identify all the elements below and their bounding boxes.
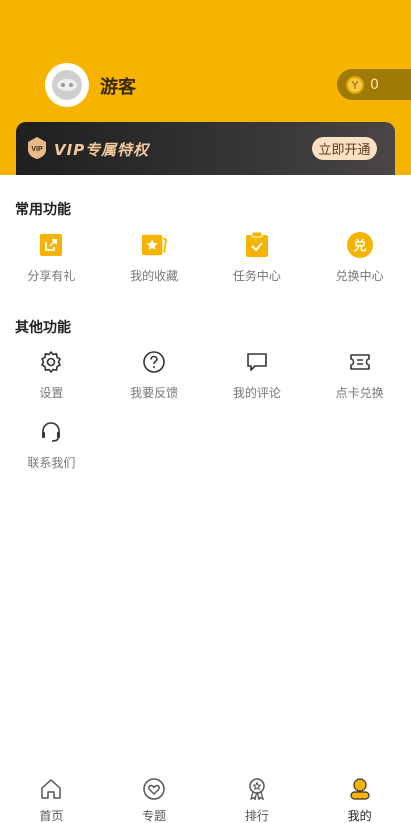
exchange-glyph: 兑	[353, 238, 366, 254]
contact-us-item[interactable]: 联系我们	[0, 419, 103, 471]
home-icon	[39, 778, 63, 804]
heart-icon	[142, 778, 166, 804]
other-section-title: 其他功能	[15, 320, 71, 336]
card-redeem-item[interactable]: 点卡兑换	[308, 349, 411, 401]
my-comments-item[interactable]: 我的评论	[206, 349, 309, 401]
tab-label: 排行	[244, 809, 269, 823]
guest-avatar-icon	[52, 70, 82, 100]
tab-topics[interactable]: 专题	[103, 768, 206, 823]
username[interactable]: 游客	[100, 73, 136, 99]
user-icon	[348, 778, 372, 804]
feedback-item[interactable]: 我要反馈	[103, 349, 206, 401]
coin-icon	[346, 75, 364, 94]
common-section-title: 常用功能	[15, 202, 71, 218]
share-icon	[38, 232, 64, 258]
vip-title: VIP专属特权	[54, 141, 150, 159]
exchange-icon: 兑	[346, 232, 373, 258]
other-grid-row-2: 联系我们	[0, 419, 411, 471]
grid-label: 设置	[39, 386, 64, 400]
profile-header: 游客 0 VIP VIP专属特权 立即开通	[0, 0, 411, 175]
clipboard-check-icon	[244, 232, 270, 258]
svg-text:VIP: VIP	[31, 146, 43, 153]
tab-label: 首页	[39, 809, 64, 823]
settings-item[interactable]: 设置	[0, 349, 103, 401]
question-icon	[141, 349, 167, 375]
gear-icon	[38, 349, 64, 375]
grid-label: 点卡兑换	[335, 386, 384, 400]
grid-label: 我的评论	[232, 386, 281, 400]
vip-badge-icon: VIP	[26, 136, 48, 160]
vip-activate-button[interactable]: 立即开通	[312, 137, 377, 160]
grid-label: 我要反馈	[130, 386, 179, 400]
grid-label: 任务中心	[232, 269, 281, 283]
grid-label: 分享有礼	[27, 269, 76, 283]
common-grid: 分享有礼 我的收藏 任务中心 兑 兑换中心	[0, 232, 411, 284]
bottom-tab-bar: 首页 专题 排行 我的	[0, 768, 411, 823]
coin-balance[interactable]: 0	[337, 69, 411, 100]
ticket-icon	[347, 349, 373, 375]
grid-label: 我的收藏	[130, 269, 179, 283]
vip-banner[interactable]: VIP VIP专属特权 立即开通	[16, 122, 395, 175]
tab-ranking[interactable]: 排行	[206, 768, 309, 823]
tab-label: 专题	[142, 809, 167, 823]
task-center-item[interactable]: 任务中心	[206, 232, 309, 284]
medal-icon	[245, 778, 269, 804]
star-icon	[141, 232, 168, 258]
coin-count: 0	[370, 76, 379, 93]
my-favorites-item[interactable]: 我的收藏	[103, 232, 206, 284]
other-grid-row-1: 设置 我要反馈 我的评论 点卡兑换	[0, 349, 411, 401]
headset-icon	[38, 419, 64, 445]
tab-label: 我的	[347, 809, 372, 823]
tab-mine[interactable]: 我的	[308, 768, 411, 823]
tab-home[interactable]: 首页	[0, 768, 103, 823]
grid-label: 联系我们	[27, 456, 76, 470]
share-gift-item[interactable]: 分享有礼	[0, 232, 103, 284]
grid-label: 兑换中心	[335, 269, 384, 283]
avatar[interactable]	[45, 63, 89, 107]
comment-icon	[244, 349, 270, 375]
exchange-center-item[interactable]: 兑 兑换中心	[308, 232, 411, 284]
